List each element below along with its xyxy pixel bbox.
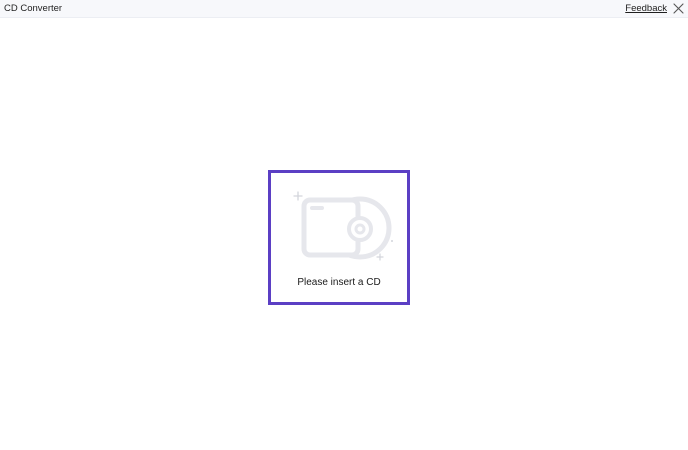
- app-title: CD Converter: [4, 3, 63, 14]
- cd-drive-icon: [288, 186, 398, 262]
- close-button[interactable]: [672, 2, 685, 15]
- insert-cd-panel: Please insert a CD: [268, 170, 410, 305]
- insert-cd-message: Please insert a CD: [297, 277, 381, 288]
- cd-converter-window: CD Converter Feedback Please insert a CD: [0, 0, 688, 450]
- title-bar: CD Converter Feedback: [0, 0, 688, 18]
- close-icon: [673, 3, 684, 14]
- feedback-link[interactable]: Feedback: [625, 3, 667, 14]
